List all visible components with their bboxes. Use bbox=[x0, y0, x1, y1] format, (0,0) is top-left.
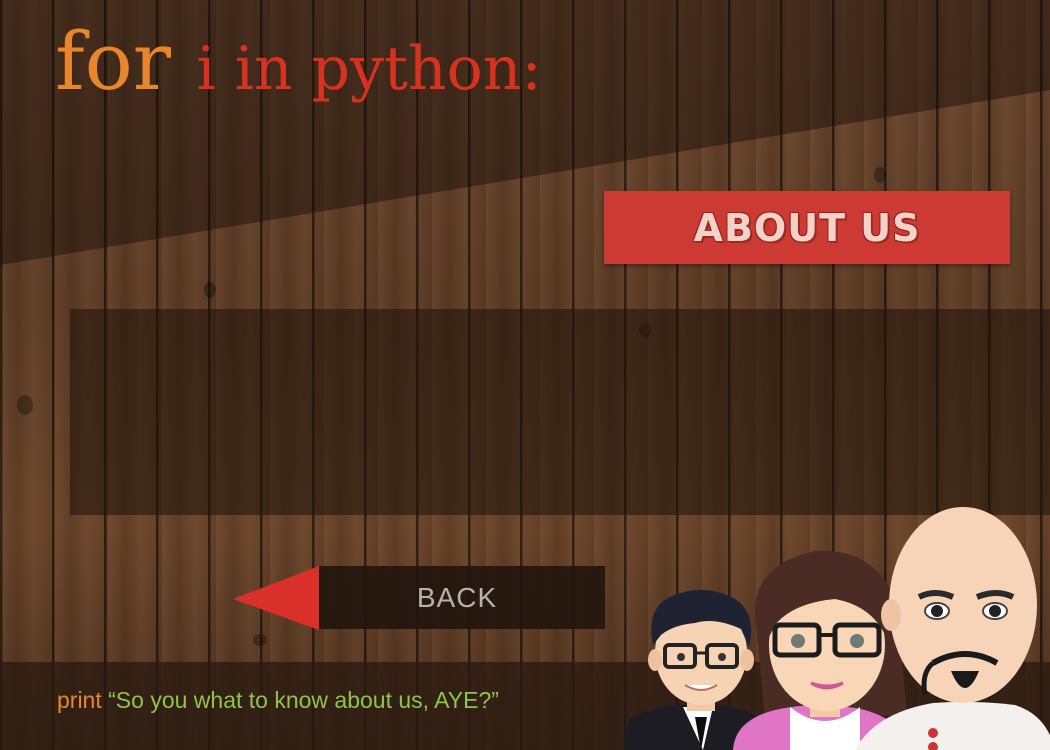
title-rest: i in python: bbox=[196, 34, 542, 104]
back-button-bar: BACK bbox=[319, 566, 605, 629]
content-panel bbox=[70, 309, 1050, 515]
footer-message: print “So you what to know about us, AYE… bbox=[57, 687, 499, 714]
back-arrow-icon bbox=[233, 566, 319, 630]
back-button[interactable]: BACK bbox=[233, 563, 605, 632]
footer-keyword: print bbox=[57, 687, 102, 713]
characters-group bbox=[623, 507, 1050, 750]
back-button-label: BACK bbox=[416, 581, 498, 613]
about-us-banner: ABOUT US bbox=[604, 191, 1010, 264]
game-title: for i in python: bbox=[55, 12, 542, 119]
about-us-label: ABOUT US bbox=[693, 205, 921, 250]
footer-string: “So you what to know about us, AYE?” bbox=[108, 687, 499, 713]
title-keyword: for bbox=[55, 15, 172, 108]
